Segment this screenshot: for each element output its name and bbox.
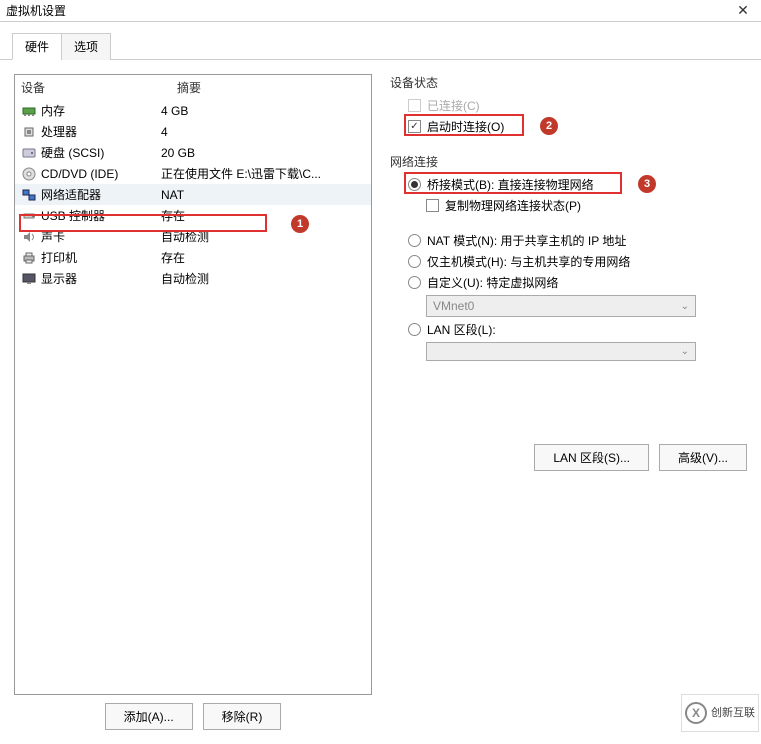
lansegment-select: ⌄ [426, 342, 696, 361]
connect-poweron-checkbox[interactable] [408, 120, 421, 133]
disk-icon [21, 146, 37, 160]
device-summary: 20 GB [161, 146, 365, 160]
device-label: 网络适配器 [41, 186, 101, 203]
network-group: 网络连接 桥接模式(B): 直接连接物理网络 3 复制物理网络连接状态(P) N… [390, 153, 747, 361]
chevron-down-icon: ⌄ [681, 301, 689, 312]
usb-icon [21, 209, 37, 223]
right-buttons: LAN 区段(S)... 高级(V)... [534, 444, 747, 471]
device-label: 显示器 [41, 270, 77, 287]
device-summary: 4 [161, 125, 365, 139]
hostonly-label: 仅主机模式(H): 与主机共享的专用网络 [427, 253, 630, 270]
printer-icon [21, 251, 37, 265]
titlebar: 虚拟机设置 ✕ [0, 0, 761, 22]
bridged-radio[interactable] [408, 178, 421, 191]
left-panel: 设备 摘要 内存 4 GB 处理器 4 硬盘 [14, 74, 372, 730]
sound-icon [21, 230, 37, 244]
device-summary: 存在 [161, 249, 365, 266]
cd-icon [21, 167, 37, 181]
custom-radio[interactable] [408, 276, 421, 289]
lansegment-label: LAN 区段(L): [427, 321, 496, 338]
device-summary: NAT [161, 188, 365, 202]
remove-button[interactable]: 移除(R) [203, 703, 282, 730]
device-label: 硬盘 (SCSI) [41, 144, 104, 161]
header-summary: 摘要 [177, 79, 365, 96]
lansegment-radio[interactable] [408, 323, 421, 336]
tab-bar: 硬件 选项 [0, 32, 761, 60]
list-item-network[interactable]: 网络适配器 NAT [15, 184, 371, 205]
device-label: USB 控制器 [41, 207, 105, 224]
tab-options[interactable]: 选项 [61, 33, 111, 60]
bridged-label: 桥接模式(B): 直接连接物理网络 [427, 176, 594, 193]
device-label: 内存 [41, 102, 65, 119]
cpu-icon [21, 125, 37, 139]
device-label: 处理器 [41, 123, 77, 140]
connected-label: 已连接(C) [427, 97, 480, 114]
list-item[interactable]: USB 控制器 存在 [15, 205, 371, 226]
connected-checkbox [408, 99, 421, 112]
right-panel: 设备状态 已连接(C) 启动时连接(O) 2 网络连接 桥接模式(B): 直接连… [390, 74, 747, 730]
list-item[interactable]: CD/DVD (IDE) 正在使用文件 E:\迅雷下载\C... [15, 163, 371, 184]
list-item[interactable]: 打印机 存在 [15, 247, 371, 268]
device-label: 打印机 [41, 249, 77, 266]
device-label: 声卡 [41, 228, 65, 245]
device-label: CD/DVD (IDE) [41, 167, 118, 181]
replicate-checkbox[interactable] [426, 199, 439, 212]
chevron-down-icon: ⌄ [681, 346, 689, 357]
device-summary: 存在 [161, 207, 365, 224]
device-state-label: 设备状态 [390, 74, 747, 91]
nat-label: NAT 模式(N): 用于共享主机的 IP 地址 [427, 232, 626, 249]
annotation-badge-2: 2 [540, 117, 558, 135]
header-device: 设备 [21, 79, 177, 96]
network-icon [21, 188, 37, 202]
vmnet-value: VMnet0 [433, 299, 474, 313]
advanced-button[interactable]: 高级(V)... [659, 444, 747, 471]
watermark-logo-icon: X [685, 702, 707, 724]
list-item[interactable]: 硬盘 (SCSI) 20 GB [15, 142, 371, 163]
network-label: 网络连接 [390, 153, 747, 170]
list-header: 设备 摘要 [15, 75, 371, 100]
custom-label: 自定义(U): 特定虚拟网络 [427, 274, 558, 291]
window-title: 虚拟机设置 [6, 2, 66, 19]
lan-segments-button[interactable]: LAN 区段(S)... [534, 444, 649, 471]
close-icon[interactable]: ✕ [731, 3, 755, 19]
device-state-group: 设备状态 已连接(C) 启动时连接(O) 2 [390, 74, 747, 135]
vmnet-select: VMnet0 ⌄ [426, 295, 696, 317]
tab-hardware[interactable]: 硬件 [12, 33, 62, 60]
add-button[interactable]: 添加(A)... [105, 703, 193, 730]
left-buttons: 添加(A)... 移除(R) [14, 703, 372, 730]
list-item[interactable]: 内存 4 GB [15, 100, 371, 121]
content-area: 设备 摘要 内存 4 GB 处理器 4 硬盘 [0, 60, 761, 744]
nat-radio[interactable] [408, 234, 421, 247]
device-summary: 自动检测 [161, 270, 365, 287]
watermark: X 创新互联 [681, 694, 759, 732]
list-item[interactable]: 处理器 4 [15, 121, 371, 142]
connect-poweron-label: 启动时连接(O) [427, 118, 504, 135]
annotation-badge-3: 3 [638, 175, 656, 193]
hardware-list: 设备 摘要 内存 4 GB 处理器 4 硬盘 [14, 74, 372, 695]
replicate-label: 复制物理网络连接状态(P) [445, 197, 581, 214]
device-summary: 自动检测 [161, 228, 365, 245]
device-summary: 4 GB [161, 104, 365, 118]
memory-icon [21, 104, 37, 118]
device-summary: 正在使用文件 E:\迅雷下载\C... [161, 165, 365, 182]
watermark-text: 创新互联 [711, 707, 755, 719]
hostonly-radio[interactable] [408, 255, 421, 268]
list-item[interactable]: 显示器 自动检测 [15, 268, 371, 289]
display-icon [21, 272, 37, 286]
annotation-badge-1: 1 [291, 215, 309, 233]
list-item[interactable]: 声卡 自动检测 [15, 226, 371, 247]
